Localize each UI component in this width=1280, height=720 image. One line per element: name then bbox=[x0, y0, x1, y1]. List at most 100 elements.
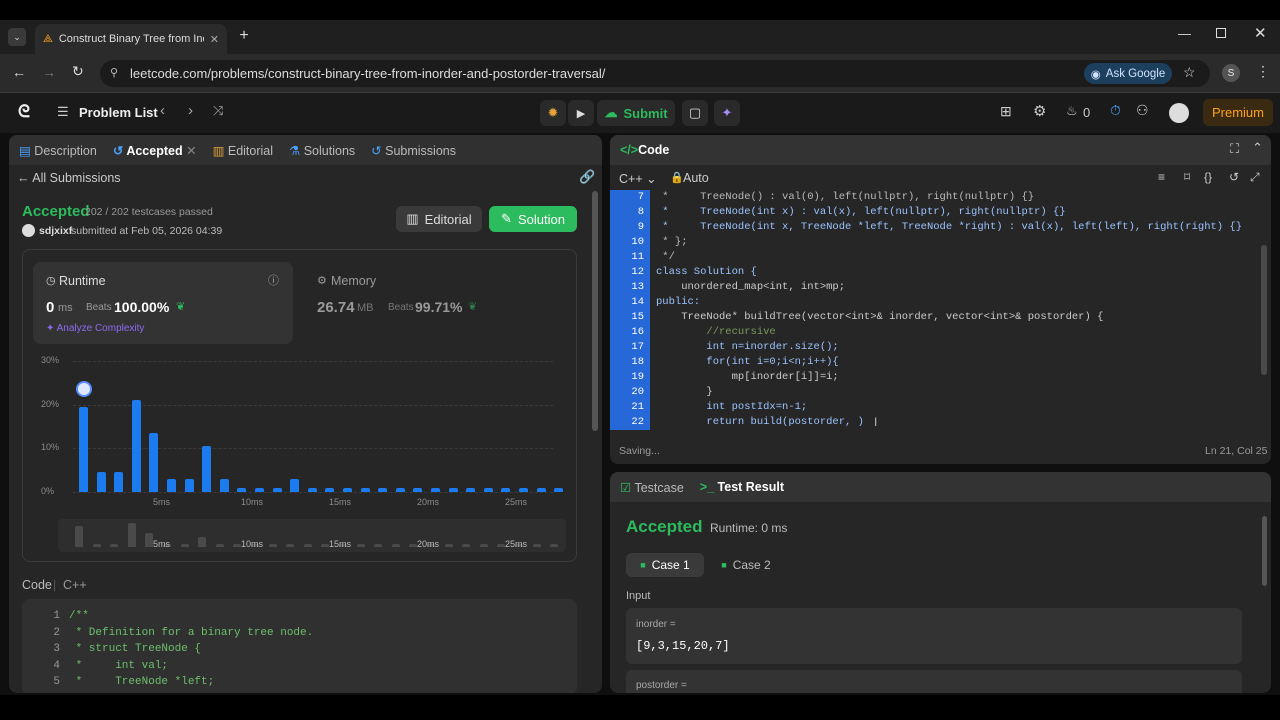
code-line[interactable]: 11 */ bbox=[610, 250, 1250, 265]
runtime-bar[interactable] bbox=[483, 487, 493, 492]
code-line[interactable]: 12 class Solution { bbox=[610, 265, 1250, 280]
restore-icon[interactable] bbox=[1216, 28, 1226, 38]
runtime-bar[interactable] bbox=[114, 472, 124, 492]
code-line[interactable]: 7 * TreeNode() : val(0), left(nullptr), … bbox=[610, 190, 1250, 205]
runtime-bar[interactable] bbox=[184, 478, 194, 492]
prev-problem-icon[interactable]: ‹ bbox=[160, 102, 165, 119]
left-scrollbar[interactable] bbox=[592, 191, 598, 431]
shuffle-icon[interactable]: ⤨ bbox=[213, 103, 223, 119]
editor-scrollbar[interactable] bbox=[1261, 245, 1267, 375]
runtime-bar[interactable] bbox=[413, 487, 423, 492]
runtime-bar[interactable] bbox=[519, 487, 528, 492]
user-avatar[interactable] bbox=[1169, 103, 1189, 123]
runtime-bar[interactable] bbox=[79, 406, 88, 492]
tab-testcase[interactable]: ☑ Testcase bbox=[620, 480, 684, 495]
code-line[interactable]: 13 unordered_map<int, int>mp; bbox=[610, 280, 1250, 295]
memory-title[interactable]: Memory bbox=[331, 274, 376, 288]
runtime-bar[interactable] bbox=[466, 487, 476, 492]
inorder-box[interactable]: inorder = [9,3,15,20,7] bbox=[626, 608, 1242, 664]
tab-editorial[interactable]: ▥ Editorial bbox=[213, 143, 273, 158]
code-editor[interactable]: 7 * TreeNode() : val(0), left(nullptr), … bbox=[610, 190, 1250, 430]
analyze-complexity-link[interactable]: ✦ Analyze Complexity bbox=[46, 323, 144, 334]
settings-gear-icon[interactable]: ⚙ bbox=[1033, 102, 1046, 120]
runtime-bar[interactable] bbox=[202, 446, 212, 492]
ask-google-button[interactable]: ◉ Ask Google bbox=[1084, 63, 1172, 84]
runtime-bar[interactable] bbox=[96, 472, 106, 492]
back-icon[interactable]: ← bbox=[12, 64, 26, 80]
runtime-bar[interactable] bbox=[219, 478, 229, 492]
runtime-bar[interactable] bbox=[255, 487, 264, 492]
case-1-tab[interactable]: ■ Case 1 bbox=[626, 553, 704, 577]
profile-avatar[interactable]: S bbox=[1222, 64, 1240, 82]
code-line[interactable]: 18 for(int i=0;i<n;i++){ bbox=[610, 355, 1250, 370]
problem-list-link[interactable]: Problem List bbox=[79, 105, 158, 120]
run-button[interactable]: ▶ bbox=[568, 100, 594, 126]
new-tab-icon[interactable]: + bbox=[236, 26, 252, 46]
info-icon[interactable]: ⓘ bbox=[268, 272, 279, 288]
add-friend-icon[interactable]: ⚇ bbox=[1136, 102, 1149, 119]
runtime-range-slider[interactable]: 5ms 10ms 15ms 20ms 25ms bbox=[58, 519, 566, 552]
code-line[interactable]: 21 int postIdx=n-1; bbox=[610, 400, 1250, 415]
braces-icon[interactable]: {} bbox=[1204, 170, 1212, 184]
runtime-bar[interactable] bbox=[272, 487, 282, 492]
runtime-bar[interactable] bbox=[325, 487, 335, 492]
leetcode-logo-icon[interactable]: ᘓ bbox=[18, 102, 30, 122]
next-problem-icon[interactable]: › bbox=[188, 102, 193, 119]
tab-solutions[interactable]: ⚗ Solutions bbox=[289, 143, 355, 158]
code-line[interactable]: 8 * TreeNode(int x) : val(x), left(nullp… bbox=[610, 205, 1250, 220]
tab-search-icon[interactable]: ⌄ bbox=[8, 28, 26, 46]
auto-mode[interactable]: Auto bbox=[683, 171, 709, 185]
format-icon[interactable]: ≡ bbox=[1158, 170, 1165, 184]
code-line[interactable]: 10 * }; bbox=[610, 235, 1250, 250]
code-line[interactable]: 14 public: bbox=[610, 295, 1250, 310]
tab-accepted[interactable]: ↺ Accepted ✕ bbox=[113, 143, 197, 158]
your-submission-marker[interactable] bbox=[75, 380, 92, 397]
streak-fire-icon[interactable]: ♨ bbox=[1066, 103, 1078, 119]
forward-icon[interactable]: → bbox=[42, 64, 56, 80]
runtime-bar[interactable] bbox=[554, 487, 564, 492]
tab-test-result[interactable]: >_ Test Result bbox=[700, 480, 784, 494]
runtime-bar[interactable] bbox=[237, 487, 247, 492]
runtime-bar[interactable] bbox=[167, 478, 176, 492]
close-window-icon[interactable]: ✕ bbox=[1254, 24, 1267, 42]
code-line[interactable]: 16 //recursive bbox=[610, 325, 1250, 340]
reload-icon[interactable]: ↻ bbox=[72, 63, 84, 80]
lang-select[interactable]: C++ ⌄ bbox=[619, 171, 657, 186]
runtime-bar[interactable] bbox=[536, 487, 546, 492]
site-info-icon[interactable]: ⚲ bbox=[110, 66, 118, 79]
editorial-button[interactable]: ▥ Editorial bbox=[396, 206, 482, 232]
case-2-tab[interactable]: ■ Case 2 bbox=[716, 553, 776, 577]
browser-menu-icon[interactable]: ⋮ bbox=[1256, 63, 1270, 80]
reset-icon[interactable]: ↺ bbox=[1229, 170, 1239, 184]
code-line[interactable]: 15 TreeNode* buildTree(vector<int>& inor… bbox=[610, 310, 1250, 325]
runtime-bar[interactable] bbox=[149, 433, 159, 492]
runtime-bar[interactable] bbox=[448, 487, 458, 492]
premium-button[interactable]: Premium bbox=[1203, 99, 1273, 126]
notes-button[interactable]: ▢ bbox=[682, 100, 708, 126]
runtime-bar[interactable] bbox=[343, 487, 352, 492]
submit-button[interactable]: ☁ Submit bbox=[597, 100, 675, 126]
runtime-bar[interactable] bbox=[360, 487, 370, 492]
tab-description[interactable]: ▤ Description bbox=[19, 143, 97, 158]
code-line[interactable]: 22 return build(postorder, ) bbox=[610, 415, 1250, 430]
close-tab-icon[interactable]: ✕ bbox=[210, 33, 219, 46]
bookmark-icon[interactable]: ⌑ bbox=[1184, 170, 1190, 184]
runtime-bar[interactable] bbox=[378, 487, 388, 492]
debug-button[interactable]: ✹ bbox=[540, 100, 566, 126]
fullscreen-icon[interactable]: ⤢ bbox=[1250, 170, 1260, 185]
layout-icon[interactable]: ⊞ bbox=[1000, 103, 1012, 120]
runtime-bar[interactable] bbox=[395, 487, 405, 492]
timer-icon[interactable]: ⏱ bbox=[1110, 102, 1121, 119]
browser-tab[interactable]: ⟁ Construct Binary Tree from Inor ✕ bbox=[35, 24, 227, 54]
runtime-bar[interactable] bbox=[307, 487, 317, 492]
ai-assist-button[interactable]: ✦ bbox=[714, 100, 740, 126]
minimize-icon[interactable]: — bbox=[1178, 26, 1191, 41]
maximize-icon[interactable]: ⛶ bbox=[1230, 141, 1239, 157]
submitted-code[interactable]: 1 /** 2 * Definition for a binary tree nod… bbox=[22, 599, 577, 693]
url-field[interactable]: ⚲ leetcode.com/problems/construct-binary… bbox=[100, 60, 1210, 87]
submitter-name[interactable]: sdjxixf bbox=[39, 225, 72, 237]
runtime-bar[interactable] bbox=[131, 400, 141, 492]
postorder-box[interactable]: postorder = bbox=[626, 670, 1242, 693]
code-line[interactable]: 19 mp[inorder[i]]=i; bbox=[610, 370, 1250, 385]
share-link-icon[interactable]: 🔗 bbox=[579, 169, 595, 185]
